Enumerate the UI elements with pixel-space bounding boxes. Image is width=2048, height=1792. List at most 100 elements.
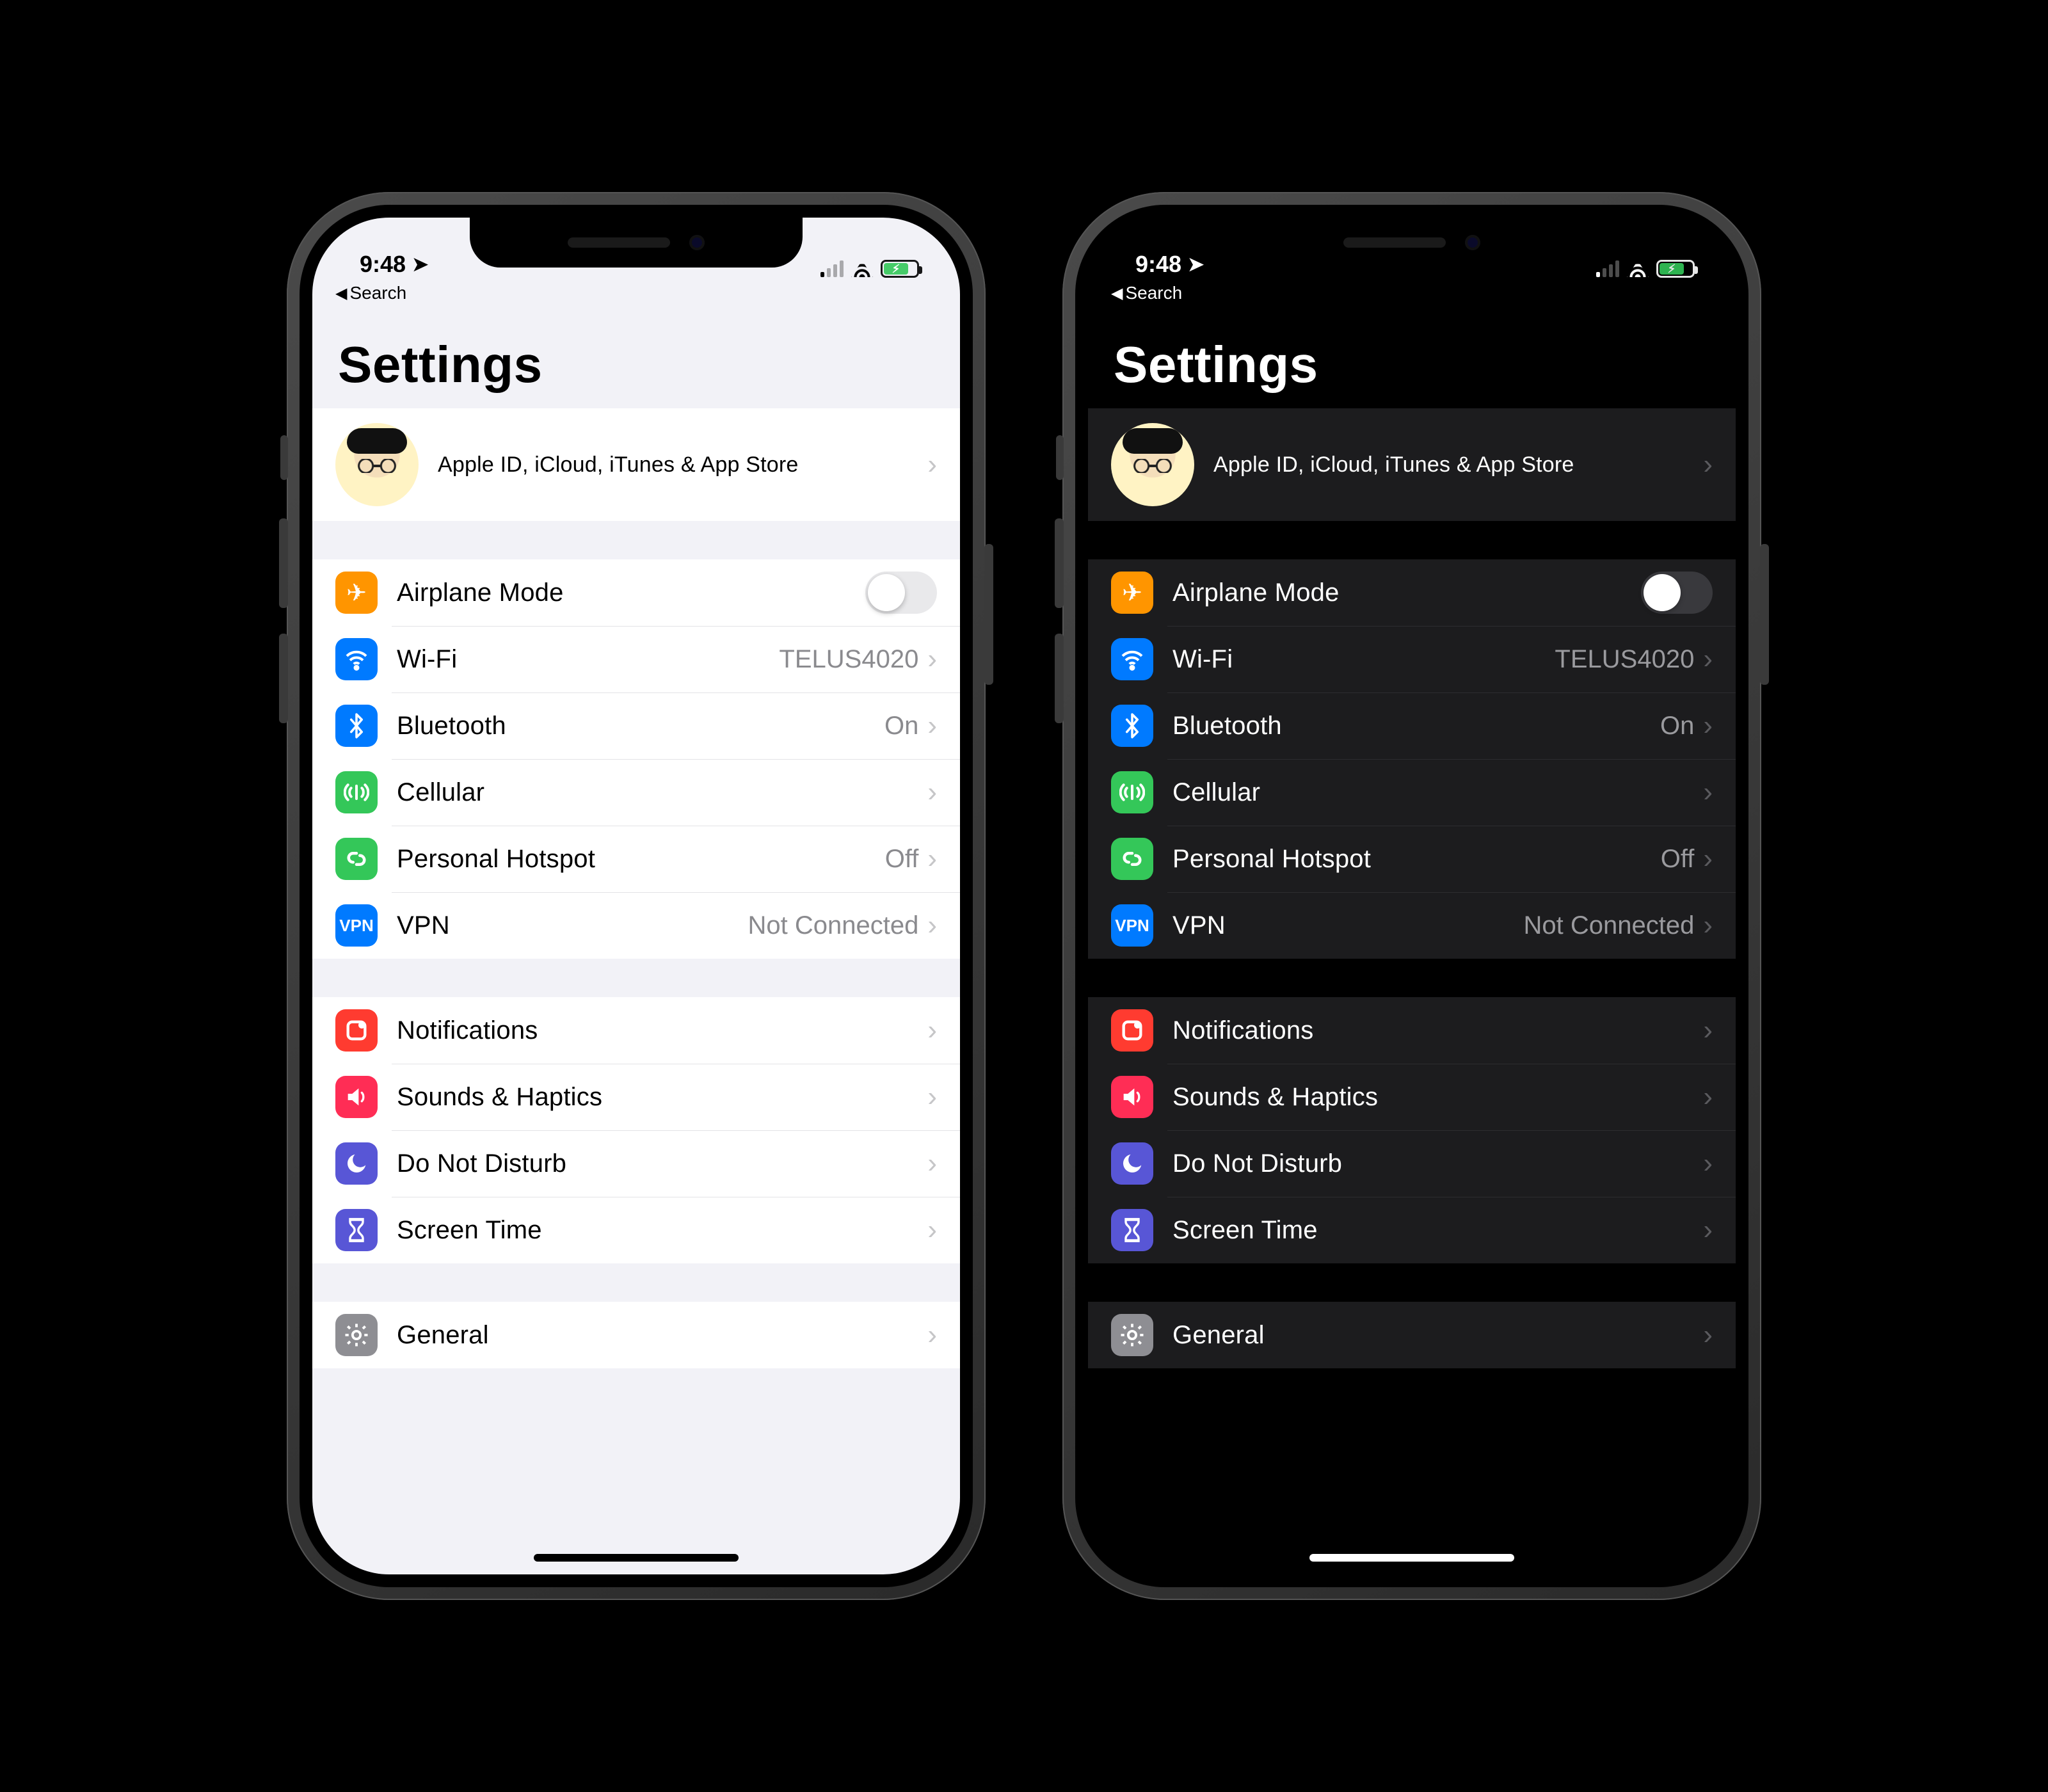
chevron-right-icon: ›: [1703, 643, 1713, 675]
general-icon: [335, 1314, 378, 1356]
hotspot-value: Off: [885, 845, 919, 874]
row-bluetooth[interactable]: Bluetooth On ›: [1088, 692, 1736, 759]
mute-switch[interactable]: [280, 435, 288, 480]
vpn-icon: VPN: [1111, 904, 1153, 947]
airplane-switch[interactable]: [865, 572, 937, 614]
hotspot-icon: [335, 838, 378, 880]
chevron-right-icon: ›: [927, 710, 937, 742]
home-indicator[interactable]: [1309, 1554, 1514, 1562]
row-screentime[interactable]: Screen Time ›: [312, 1197, 960, 1263]
group-profile: Apple ID, iCloud, iTunes & App Store ›: [1088, 408, 1736, 521]
chevron-right-icon: ›: [1703, 1014, 1713, 1046]
chevron-right-icon: ›: [927, 843, 937, 875]
power-button[interactable]: [984, 544, 993, 685]
row-notifications[interactable]: Notifications ›: [1088, 997, 1736, 1064]
row-general[interactable]: General ›: [312, 1302, 960, 1368]
dnd-label: Do Not Disturb: [397, 1149, 927, 1178]
bluetooth-value: On: [884, 712, 918, 740]
chevron-right-icon: ›: [927, 1014, 937, 1046]
volume-up-button[interactable]: [1055, 518, 1064, 608]
chevron-right-icon: ›: [927, 449, 937, 481]
airplane-icon: ✈︎: [1111, 572, 1153, 614]
breadcrumb-back[interactable]: ◀︎ Search: [1088, 282, 1736, 303]
row-wifi[interactable]: Wi-Fi TELUS4020 ›: [312, 626, 960, 692]
row-airplane-mode[interactable]: ✈︎ Airplane Mode: [1088, 559, 1736, 626]
row-cellular[interactable]: Cellular ›: [312, 759, 960, 826]
wifi-icon: [1111, 638, 1153, 680]
apple-id-subtitle: Apple ID, iCloud, iTunes & App Store: [1213, 452, 1703, 477]
breadcrumb-label: Search: [1125, 283, 1182, 303]
airplane-switch[interactable]: [1641, 572, 1713, 614]
settings-scroll[interactable]: Settings Apple ID, iCloud, iTunes & App …: [1088, 306, 1736, 1574]
notifications-icon: [1111, 1009, 1153, 1052]
vpn-value: Not Connected: [1524, 911, 1695, 940]
row-airplane-mode[interactable]: ✈︎ Airplane Mode: [312, 559, 960, 626]
row-hotspot[interactable]: Personal Hotspot Off ›: [1088, 826, 1736, 892]
row-dnd[interactable]: Do Not Disturb ›: [312, 1130, 960, 1197]
row-apple-id[interactable]: Apple ID, iCloud, iTunes & App Store ›: [1088, 408, 1736, 521]
bluetooth-icon: [335, 705, 378, 747]
breadcrumb-back[interactable]: ◀︎ Search: [312, 282, 960, 303]
sounds-label: Sounds & Haptics: [1172, 1083, 1703, 1112]
wifi-label: Wi-Fi: [1172, 645, 1555, 674]
row-dnd[interactable]: Do Not Disturb ›: [1088, 1130, 1736, 1197]
home-indicator[interactable]: [534, 1554, 739, 1562]
page-title: Settings: [1088, 306, 1736, 408]
row-hotspot[interactable]: Personal Hotspot Off ›: [312, 826, 960, 892]
chevron-right-icon: ›: [927, 1214, 937, 1246]
cellular-label: Cellular: [397, 778, 927, 807]
volume-up-button[interactable]: [279, 518, 288, 608]
screentime-icon: [335, 1209, 378, 1251]
wifi-value: TELUS4020: [1555, 645, 1694, 674]
avatar: [1111, 423, 1194, 506]
chevron-right-icon: ›: [927, 1319, 937, 1351]
general-icon: [1111, 1314, 1153, 1356]
mute-switch[interactable]: [1056, 435, 1064, 480]
dnd-icon: [335, 1142, 378, 1185]
row-notifications[interactable]: Notifications ›: [312, 997, 960, 1064]
volume-down-button[interactable]: [1055, 634, 1064, 723]
screentime-label: Screen Time: [1172, 1216, 1703, 1245]
row-wifi[interactable]: Wi-Fi TELUS4020 ›: [1088, 626, 1736, 692]
cellular-signal-icon: [820, 260, 844, 277]
settings-scroll[interactable]: Settings Apple ID, iCloud, iTunes & App …: [312, 306, 960, 1574]
hotspot-label: Personal Hotspot: [1172, 845, 1661, 874]
airplane-label: Airplane Mode: [1172, 579, 1641, 607]
status-time: 9:48: [360, 251, 406, 278]
chevron-right-icon: ›: [927, 1081, 937, 1113]
cellular-label: Cellular: [1172, 778, 1703, 807]
general-label: General: [397, 1321, 927, 1350]
screentime-label: Screen Time: [397, 1216, 927, 1245]
volume-down-button[interactable]: [279, 634, 288, 723]
wifi-label: Wi-Fi: [397, 645, 779, 674]
group-alerts: Notifications › Sounds & Haptics › Do No…: [312, 997, 960, 1263]
location-icon: ➤: [412, 253, 428, 276]
row-vpn[interactable]: VPN VPN Not Connected ›: [312, 892, 960, 959]
row-sounds[interactable]: Sounds & Haptics ›: [1088, 1064, 1736, 1130]
power-button[interactable]: [1760, 544, 1769, 685]
chevron-right-icon: ›: [1703, 1319, 1713, 1351]
chevron-right-icon: ›: [1703, 843, 1713, 875]
notifications-label: Notifications: [1172, 1016, 1703, 1045]
row-screentime[interactable]: Screen Time ›: [1088, 1197, 1736, 1263]
row-apple-id[interactable]: Apple ID, iCloud, iTunes & App Store ›: [312, 408, 960, 521]
chevron-right-icon: ›: [927, 643, 937, 675]
row-bluetooth[interactable]: Bluetooth On ›: [312, 692, 960, 759]
phone-dark: 9:48 ➤ ⚡︎ ◀︎ Search Settings Appl: [1062, 192, 1761, 1600]
row-sounds[interactable]: Sounds & Haptics ›: [312, 1064, 960, 1130]
chevron-right-icon: ›: [927, 909, 937, 941]
group-general: General ›: [312, 1302, 960, 1368]
bluetooth-value: On: [1660, 712, 1694, 740]
airplane-icon: ✈︎: [335, 572, 378, 614]
group-connectivity: ✈︎ Airplane Mode Wi-Fi TELUS4020 › Bluet…: [312, 559, 960, 959]
bluetooth-label: Bluetooth: [1172, 712, 1660, 740]
chevron-left-icon: ◀︎: [335, 284, 347, 303]
chevron-right-icon: ›: [1703, 1214, 1713, 1246]
row-general[interactable]: General ›: [1088, 1302, 1736, 1368]
row-cellular[interactable]: Cellular ›: [1088, 759, 1736, 826]
avatar: [335, 423, 419, 506]
sounds-icon: [335, 1076, 378, 1118]
row-vpn[interactable]: VPN VPN Not Connected ›: [1088, 892, 1736, 959]
chevron-right-icon: ›: [1703, 1081, 1713, 1113]
notifications-icon: [335, 1009, 378, 1052]
